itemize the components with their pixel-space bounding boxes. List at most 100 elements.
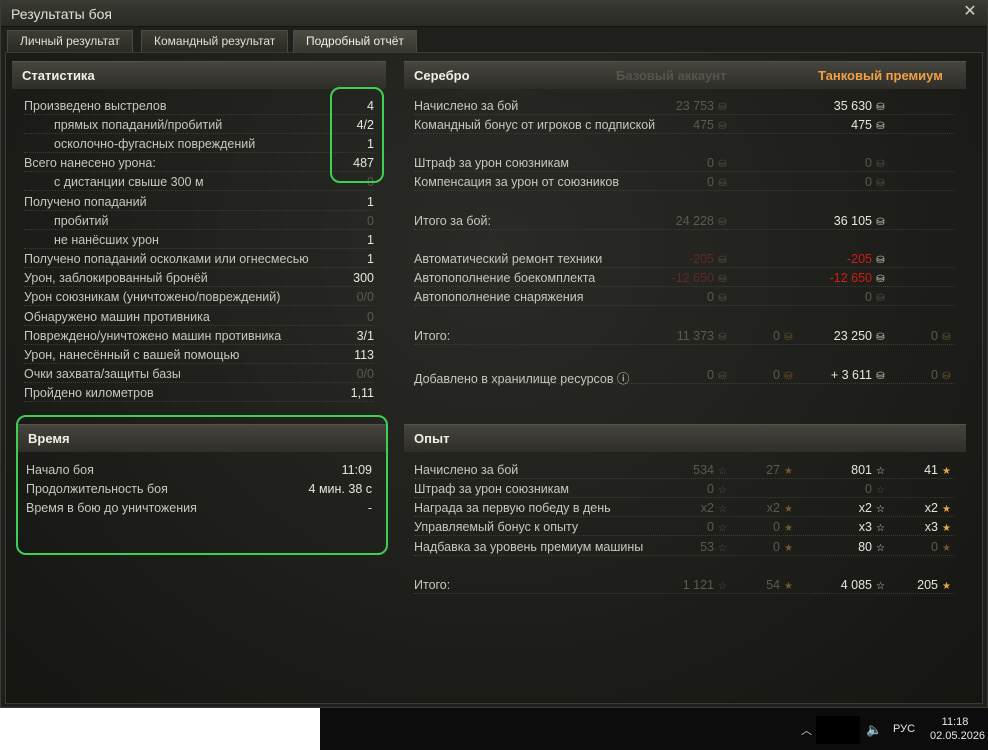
value-cell: 80 ☆: [858, 540, 886, 554]
value-cell: 0 ⛁: [707, 156, 728, 170]
row-divider: [24, 171, 374, 172]
info-icon[interactable]: ⓘ: [614, 372, 630, 386]
row-divider: [24, 133, 374, 134]
value-cell: 205 ★: [917, 578, 952, 592]
amount: x3: [924, 520, 938, 534]
credits-icon: ⛁: [876, 217, 885, 228]
row-divider: [24, 229, 374, 230]
free-xp-star-icon: ★: [942, 466, 951, 477]
value-cell: 53 ☆: [700, 540, 728, 554]
free-xp-star-icon: ★: [942, 504, 951, 515]
value-cell: x2 ☆: [859, 501, 886, 515]
free-xp-star-icon: ★: [784, 581, 793, 592]
amount: 0: [931, 540, 938, 554]
xp-row: Штраф за урон союзникам 0 ☆ 0 ☆: [414, 480, 954, 499]
amount: x2: [924, 501, 938, 515]
time-label: Время в бою до уничтожения: [26, 501, 197, 515]
base-account-column: Базовый аккаунт: [616, 68, 727, 83]
stats-value: 113: [354, 348, 374, 362]
silver-label: Итого:: [414, 329, 451, 343]
value-cell: 475 ⛁: [693, 118, 728, 132]
time-row: Время в бою до уничтожения -: [26, 499, 372, 518]
gold-icon: ⛁: [784, 332, 793, 343]
amount: x3: [858, 520, 872, 534]
amount: 23 753: [675, 99, 714, 113]
credits-icon: ⛁: [718, 178, 727, 189]
amount: 0: [707, 482, 714, 496]
amount: 0: [931, 329, 938, 343]
value-cell: x2 ☆: [701, 501, 728, 515]
value-cell: -205 ⛁: [689, 252, 728, 266]
row-divider: [24, 114, 374, 115]
row-divider: [414, 267, 954, 268]
close-icon[interactable]: ✕: [961, 3, 979, 21]
stats-value: 0: [367, 175, 374, 189]
amount: 0: [707, 175, 714, 189]
stats-label: Урон, нанесённый с вашей помощью: [24, 348, 240, 362]
amount: x2: [766, 501, 780, 515]
time-value: 4 мин. 38 с: [308, 482, 372, 496]
stats-row: Повреждено/уничтожено машин противника 3/…: [24, 327, 374, 346]
free-xp-star-icon: ★: [784, 504, 793, 515]
row-divider: [24, 344, 374, 345]
stats-label: осколочно-фугасных повреждений: [54, 137, 256, 151]
stats-value: 4/2: [356, 118, 374, 132]
credits-icon: ⛁: [718, 255, 727, 266]
xp-row: Управляемый бонус к опыту 0 ☆ x3 ☆ 0 ★ x3 ★: [414, 518, 954, 537]
stats-header: Статистика: [12, 61, 386, 89]
stats-row: Получено попаданий осколками или огнесме…: [24, 250, 374, 269]
value-cell: 0 ☆: [865, 482, 886, 496]
value-cell: 23 753 ⛁: [676, 99, 728, 113]
stats-row: не нанёсших урон 1: [24, 231, 374, 250]
stats-value: 487: [353, 156, 374, 170]
speaker-icon[interactable]: 🔈: [866, 722, 882, 738]
stats-label: Обнаружено машин противника: [24, 310, 210, 324]
stats-label: Пройдено километров: [24, 386, 154, 400]
value-cell: 0 ⛁: [707, 290, 728, 304]
value-cell: 0 ☆: [707, 520, 728, 534]
tab-personal-result[interactable]: Личный результат: [7, 30, 133, 52]
stats-row: Урон союзникам (уничтожено/повреждений) 0…: [24, 288, 374, 307]
stats-label: Всего нанесено урона:: [24, 156, 156, 170]
silver-label: Начислено за бой: [414, 99, 519, 113]
row-divider: [24, 248, 374, 249]
value-cell: 0 ⛁: [865, 175, 886, 189]
silver-label: Штраф за урон союзникам: [414, 156, 570, 170]
row-divider: [414, 344, 954, 345]
tray-app-icon[interactable]: [816, 716, 860, 744]
stats-value: 300: [353, 271, 374, 285]
value-cell: 0 ⛁: [707, 368, 728, 382]
tab-team-result[interactable]: Командный результат: [141, 30, 289, 52]
row-divider: [414, 190, 954, 191]
stats-row: Всего нанесено урона: 487: [24, 154, 374, 173]
tab-detailed-report[interactable]: Подробный отчёт: [293, 30, 417, 52]
value-cell: -205 ⛁: [847, 252, 886, 266]
xp-star-icon: ☆: [876, 504, 885, 515]
value-cell: 0 ⛁: [931, 329, 952, 343]
credits-icon: ⛁: [718, 274, 727, 285]
amount: 80: [858, 540, 872, 554]
amount: 0: [773, 520, 780, 534]
free-xp-star-icon: ★: [784, 523, 793, 534]
silver-row: Автопополнение снаряжения 0 ⛁ 0 ⛁: [414, 288, 954, 307]
battle-results-window: Результаты боя ✕ Личный результат Команд…: [0, 0, 988, 708]
credits-icon: ⛁: [718, 332, 727, 343]
clock-time: 11:18: [941, 716, 969, 728]
row-divider: [24, 286, 374, 287]
value-cell: 27 ★: [766, 463, 794, 477]
amount: -205: [688, 252, 714, 266]
clock[interactable]: 11:18 02.05.2026: [930, 715, 985, 743]
silver-label: Автопополнение снаряжения: [414, 290, 584, 304]
xp-label: Итого:: [414, 578, 451, 592]
value-cell: 0 ⛁: [773, 368, 794, 382]
input-language[interactable]: РУС: [893, 723, 915, 735]
silver-row: Командный бонус от игроков с подпиской 47…: [414, 116, 954, 135]
time-label: Начало боя: [26, 463, 94, 477]
amount: 0: [773, 368, 780, 382]
stats-value: 0/0: [356, 367, 374, 381]
tray-chevron-icon[interactable]: ︿: [801, 722, 812, 738]
value-cell: 534 ☆: [693, 463, 728, 477]
value-cell: 24 228 ⛁: [676, 214, 728, 228]
value-cell: 54 ★: [766, 578, 794, 592]
value-cell: 0 ★: [773, 520, 794, 534]
